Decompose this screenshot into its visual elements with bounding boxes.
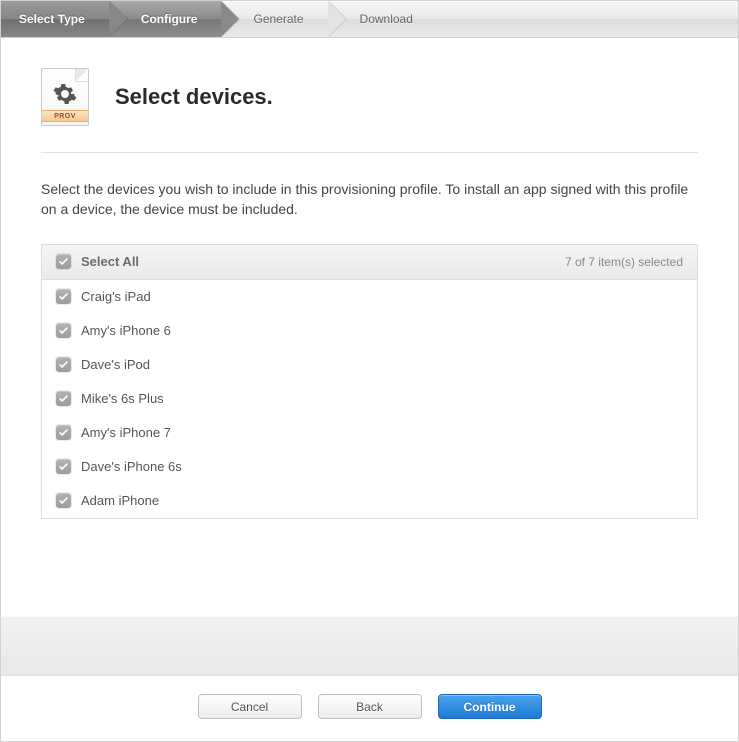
select-all-label: Select All [81, 254, 139, 269]
chevron-right-icon [221, 1, 239, 37]
page-header: PROV Select devices. [41, 68, 698, 152]
checkbox-icon[interactable] [56, 459, 71, 474]
step-select-type[interactable]: Select Type [1, 1, 109, 37]
select-all-row[interactable]: Select All 7 of 7 item(s) selected [42, 245, 697, 280]
content-area: PROV Select devices. Select the devices … [1, 38, 738, 616]
device-name: Amy's iPhone 6 [81, 323, 171, 338]
device-row[interactable]: Mike's 6s Plus [42, 382, 697, 416]
selection-count: 7 of 7 item(s) selected [565, 255, 683, 269]
step-label: Generate [253, 12, 303, 26]
checkbox-icon[interactable] [56, 425, 71, 440]
gear-icon [53, 82, 77, 106]
chevron-right-icon [109, 1, 127, 37]
device-name: Craig's iPad [81, 289, 151, 304]
step-label: Download [360, 12, 413, 26]
device-row[interactable]: Adam iPhone [42, 484, 697, 518]
checkbox-icon[interactable] [56, 493, 71, 508]
device-name: Dave's iPhone 6s [81, 459, 182, 474]
action-bar: Cancel Back Continue [1, 676, 738, 741]
continue-button[interactable]: Continue [438, 694, 542, 719]
device-row[interactable]: Amy's iPhone 7 [42, 416, 697, 450]
checkbox-icon[interactable] [56, 323, 71, 338]
checkbox-icon[interactable] [56, 357, 71, 372]
step-label: Configure [141, 12, 198, 26]
device-name: Mike's 6s Plus [81, 391, 164, 406]
back-button[interactable]: Back [318, 694, 422, 719]
device-name: Adam iPhone [81, 493, 159, 508]
wizard-steps: Select Type Configure Generate Download [1, 1, 738, 38]
device-row[interactable]: Dave's iPhone 6s [42, 450, 697, 484]
instructions-text: Select the devices you wish to include i… [41, 153, 698, 244]
device-row[interactable]: Dave's iPod [42, 348, 697, 382]
step-label: Select Type [19, 12, 85, 26]
cancel-button[interactable]: Cancel [198, 694, 302, 719]
checkbox-icon[interactable] [56, 289, 71, 304]
device-list: Select All 7 of 7 item(s) selected Craig… [41, 244, 698, 519]
provisioning-profile-icon: PROV [41, 68, 89, 126]
page-title: Select devices. [115, 84, 273, 110]
checkbox-icon[interactable] [56, 254, 71, 269]
device-name: Amy's iPhone 7 [81, 425, 171, 440]
provisioning-wizard-window: Select Type Configure Generate Download … [0, 0, 739, 742]
device-row[interactable]: Craig's iPad [42, 280, 697, 314]
checkbox-icon[interactable] [56, 391, 71, 406]
footer-band [1, 616, 738, 676]
chevron-right-icon [328, 1, 346, 37]
device-name: Dave's iPod [81, 357, 150, 372]
device-row[interactable]: Amy's iPhone 6 [42, 314, 697, 348]
icon-band-label: PROV [42, 110, 88, 122]
